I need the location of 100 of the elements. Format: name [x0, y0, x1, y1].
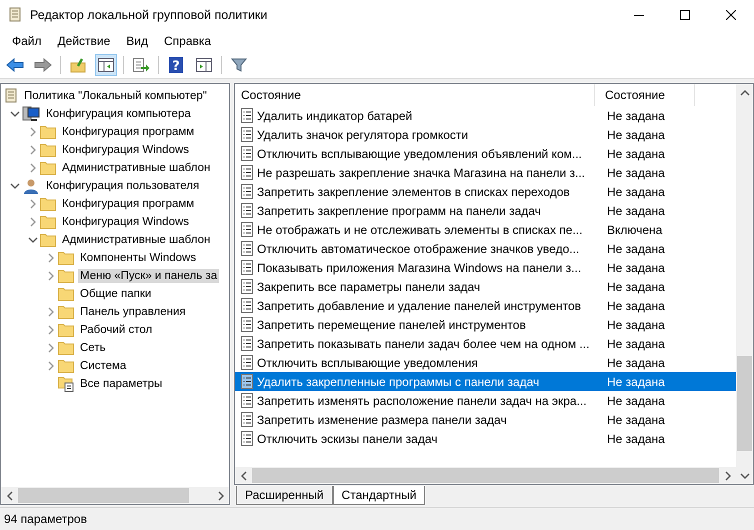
- policy-row[interactable]: Запретить добавление и удаление панелей инструментов Не задана: [235, 296, 736, 315]
- folder-icon: [40, 161, 56, 175]
- tree-item[interactable]: Конфигурация Windows: [60, 215, 192, 229]
- policy-name: Удалить закрепленные программы с панели задач: [257, 374, 540, 388]
- policy-setting-icon: [241, 317, 253, 332]
- menu-item[interactable]: Файл: [4, 32, 50, 50]
- scroll-icon: [4, 88, 18, 104]
- folder-icon: [58, 251, 74, 265]
- policy-row[interactable]: Удалить закрепленные программы с панели задач Не задана: [235, 372, 736, 391]
- tree-item[interactable]: Конфигурация Windows: [60, 143, 192, 157]
- tree-item[interactable]: Административные шаблон: [60, 233, 212, 247]
- policy-row[interactable]: Отключить эскизы панели задач Не задана: [235, 429, 736, 448]
- policy-name: Запретить показывать панели задач более чем на одном ...: [257, 336, 590, 350]
- tree-item[interactable]: Конфигурация пользователя: [44, 179, 202, 193]
- policy-setting-icon: [241, 127, 253, 142]
- policy-setting-icon: [241, 165, 253, 180]
- folder-icon: [40, 143, 56, 157]
- policy-state: Не задана: [606, 336, 665, 350]
- close-icon[interactable]: [726, 10, 736, 20]
- policy-setting-icon: [241, 279, 253, 294]
- column-header[interactable]: Состояние: [595, 84, 695, 106]
- folder-icon: [58, 287, 74, 301]
- policy-state: Не задана: [606, 128, 665, 142]
- tree-item[interactable]: Конфигурация программ: [60, 197, 196, 211]
- scrollbar-thumb[interactable]: [252, 468, 719, 483]
- policy-name: Показывать приложения Магазина Windows на панели з...: [257, 260, 582, 274]
- policy-name: Запретить перемещение панелей инструментов: [257, 318, 526, 332]
- policy-name: Запретить изменение размера панели задач: [257, 412, 507, 426]
- policy-name: Не разрешать закрепление значка Магазина на панели з...: [257, 166, 586, 180]
- policy-state: Не задана: [606, 242, 665, 256]
- policy-setting-icon: [241, 355, 253, 370]
- policy-setting-icon: [241, 260, 253, 275]
- maximize-icon[interactable]: [680, 10, 690, 20]
- policy-state: Не задана: [606, 260, 665, 274]
- policy-setting-icon: [241, 146, 253, 161]
- policy-name: Отключить всплывающие уведомления объявлений ком...: [257, 146, 582, 160]
- policy-row[interactable]: Отключить всплывающие уведомления объявлений ком... Не задана: [235, 144, 736, 163]
- policy-state: Не задана: [606, 374, 665, 388]
- policy-state: Не задана: [606, 318, 665, 332]
- policy-setting-icon: [241, 336, 253, 351]
- policy-row[interactable]: Запретить показывать панели задач более чем на одном ... Не задана: [235, 334, 736, 353]
- collapse-chevron-icon[interactable]: [10, 182, 20, 190]
- scrollbar-thumb[interactable]: [737, 356, 752, 451]
- tree-item[interactable]: Все параметры: [78, 377, 164, 391]
- folder-icon: [58, 341, 74, 355]
- policy-setting-icon: [241, 412, 253, 427]
- help-button[interactable]: ?: [165, 54, 187, 76]
- window-title: Редактор локальной групповой политики: [30, 8, 268, 22]
- folder-icon: [40, 233, 56, 247]
- menu-item[interactable]: Справка: [156, 32, 220, 50]
- policy-row[interactable]: Показывать приложения Магазина Windows на панели з... Не задана: [235, 258, 736, 277]
- policy-setting-icon: [241, 222, 253, 237]
- policy-state: Не задана: [606, 166, 665, 180]
- menu-item[interactable]: Вид: [118, 32, 156, 50]
- folder-icon: [40, 197, 56, 211]
- tree-item[interactable]: Конфигурация компьютера: [44, 107, 193, 121]
- policy-row[interactable]: Не разрешать закрепление значка Магазина на панели з... Не задана: [235, 163, 736, 182]
- computer-icon: [22, 106, 40, 122]
- policy-name: Удалить значок регулятора громкости: [257, 128, 468, 142]
- view-tab[interactable]: Расширенный: [236, 486, 333, 505]
- scrollbar-thumb[interactable]: [18, 488, 189, 503]
- tree-item[interactable]: Общие папки: [78, 287, 154, 301]
- policy-state: Включена: [606, 222, 662, 236]
- policy-name: Запретить закрепление элементов в списках переходов: [257, 184, 570, 198]
- tree-item[interactable]: Панель управления: [78, 305, 188, 319]
- folder-icon: [40, 125, 56, 139]
- policy-row[interactable]: Отключить всплывающие уведомления Не задана: [235, 353, 736, 372]
- policy-row[interactable]: Удалить индикатор батарей Не задана: [235, 106, 736, 125]
- policy-row[interactable]: Запретить закрепление программ на панели задач Не задана: [235, 201, 736, 220]
- tree-item[interactable]: Система: [78, 359, 128, 373]
- policy-state: Не задана: [606, 298, 665, 312]
- policy-row[interactable]: Не отображать и не отслеживать элементы в списках пе... Включена: [235, 220, 736, 239]
- policy-row[interactable]: Запретить изменять расположение панели задач на экра... Не задана: [235, 391, 736, 410]
- policy-row[interactable]: Закрепить все параметры панели задач Не задана: [235, 277, 736, 296]
- policy-row[interactable]: Запретить изменение размера панели задач Не задана: [235, 410, 736, 429]
- policy-setting-icon: [241, 393, 253, 408]
- policy-row[interactable]: Удалить значок регулятора громкости Не задана: [235, 125, 736, 144]
- policy-state: Не задана: [606, 108, 665, 122]
- policy-name: Удалить индикатор батарей: [257, 108, 412, 122]
- policy-row[interactable]: Запретить закрепление элементов в списках переходов Не задана: [235, 182, 736, 201]
- tree-item[interactable]: Компоненты Windows: [78, 251, 198, 265]
- tree-item[interactable]: Рабочий стол: [78, 323, 154, 337]
- tree-item[interactable]: Конфигурация программ: [60, 125, 196, 139]
- show-tree-button[interactable]: [95, 54, 117, 76]
- column-header[interactable]: Состояние: [235, 84, 595, 106]
- policy-state: Не задана: [606, 394, 665, 408]
- policy-setting-icon: [241, 203, 253, 218]
- collapse-chevron-icon[interactable]: [10, 110, 20, 118]
- tree-item[interactable]: Административные шаблон: [60, 161, 212, 175]
- menu-item[interactable]: Действие: [50, 32, 118, 50]
- user-icon: [22, 178, 40, 194]
- collapse-chevron-icon[interactable]: [28, 236, 38, 244]
- tree-item[interactable]: Политика "Локальный компьютер": [22, 89, 209, 103]
- tree-item[interactable]: Меню «Пуск» и панель за: [78, 269, 220, 283]
- tree-item[interactable]: Сеть: [78, 341, 108, 355]
- view-tab[interactable]: Стандартный: [332, 486, 426, 505]
- policy-row[interactable]: Запретить перемещение панелей инструментов Не задана: [235, 315, 736, 334]
- policy-state: Не задана: [606, 184, 665, 198]
- policy-row[interactable]: Отключить автоматическое отображение значков уведо... Не задана: [235, 239, 736, 258]
- folder-icon: [58, 269, 74, 283]
